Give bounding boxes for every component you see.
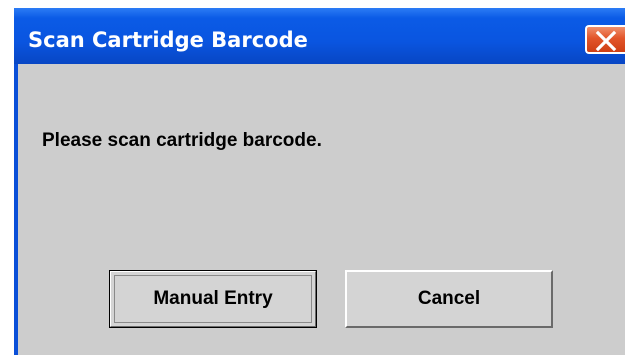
close-button[interactable] bbox=[585, 25, 625, 54]
cancel-button[interactable]: Cancel bbox=[345, 270, 553, 328]
scan-prompt-message: Please scan cartridge barcode. bbox=[42, 130, 322, 151]
cancel-label: Cancel bbox=[417, 288, 481, 309]
dialog-titlebar[interactable]: Scan Cartridge Barcode bbox=[14, 8, 625, 64]
dialog-title: Scan Cartridge Barcode bbox=[28, 28, 308, 52]
close-icon bbox=[595, 30, 617, 52]
dialog-content: Please scan cartridge barcode. Manual En… bbox=[18, 64, 625, 355]
manual-entry-label: Manual Entry bbox=[153, 288, 273, 309]
manual-entry-button[interactable]: Manual Entry bbox=[109, 270, 317, 328]
scan-cartridge-dialog: Scan Cartridge Barcode Please scan cartr… bbox=[14, 8, 625, 355]
